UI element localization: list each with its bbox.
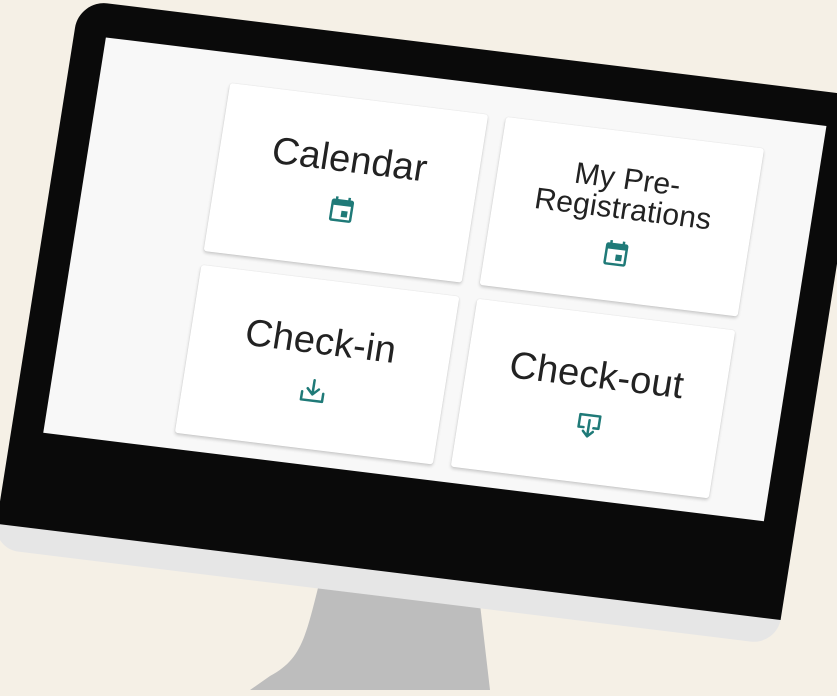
- monitor: Calendar My Pre-Registrations Check-in C…: [0, 0, 837, 645]
- tile-label: Calendar: [268, 129, 431, 191]
- download-tray-icon: [299, 378, 325, 404]
- download-box-icon: [577, 412, 602, 438]
- illustration-stage: Calendar My Pre-Registrations Check-in C…: [0, 0, 837, 696]
- tile-grid: Calendar My Pre-Registrations Check-in C…: [171, 82, 766, 521]
- screen: Calendar My Pre-Registrations Check-in C…: [43, 37, 827, 522]
- check-out-tile[interactable]: Check-out: [450, 298, 736, 499]
- tile-label: Check-out: [506, 344, 687, 408]
- tile-label: My Pre-Registrations: [532, 156, 714, 237]
- monitor-bezel: Calendar My Pre-Registrations Check-in C…: [0, 0, 837, 621]
- my-pre-registrations-tile[interactable]: My Pre-Registrations: [479, 116, 765, 317]
- tile-label: Check-in: [242, 311, 400, 372]
- calendar-tile[interactable]: Calendar: [203, 82, 489, 283]
- check-in-tile[interactable]: Check-in: [174, 264, 460, 465]
- calendar-icon: [328, 196, 355, 223]
- calendar-icon: [603, 239, 629, 267]
